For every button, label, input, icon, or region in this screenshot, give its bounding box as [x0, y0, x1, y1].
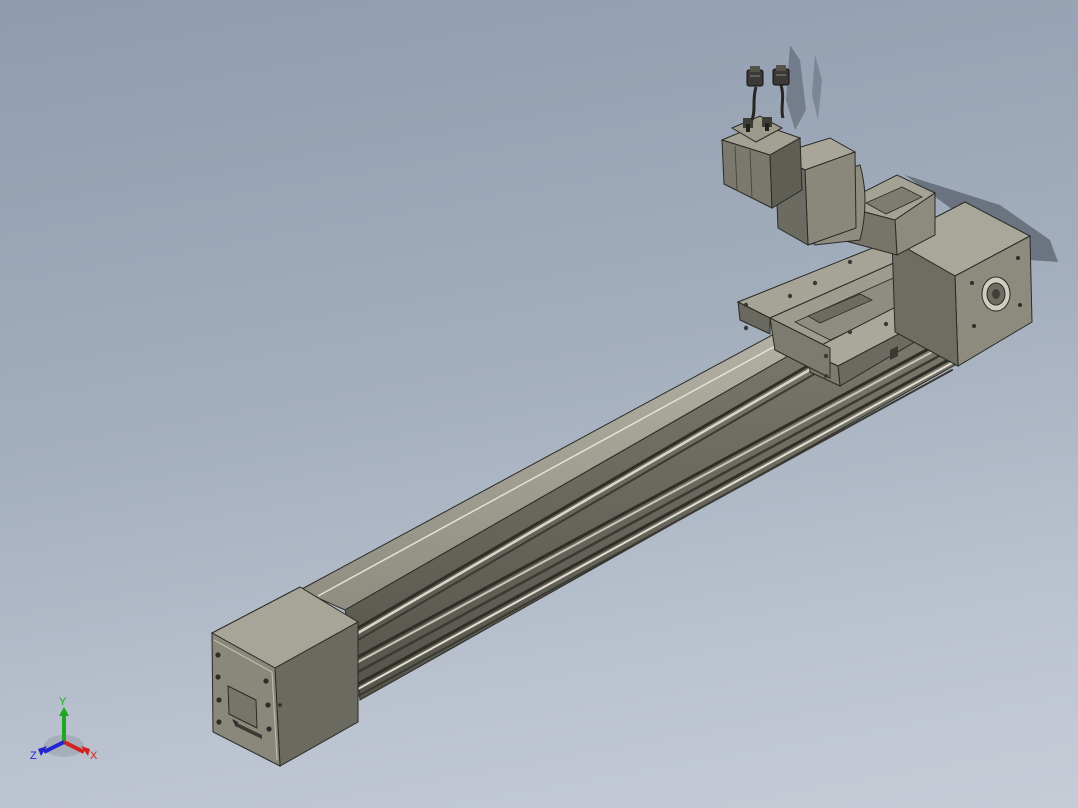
motor-cables: [746, 65, 790, 121]
graphics-viewport[interactable]: Y X Z: [0, 0, 1078, 808]
bearing-housing: [981, 276, 1011, 312]
linear-actuator-model[interactable]: [0, 0, 1078, 808]
front-end-cap[interactable]: [210, 586, 359, 767]
cable-connector-right: [772, 65, 790, 86]
triad-x-label: X: [90, 750, 98, 762]
cable-connector-left: [746, 66, 764, 87]
triad-y-label: Y: [59, 696, 67, 708]
rail-body[interactable]: [298, 319, 956, 701]
servo-motor[interactable]: [720, 115, 803, 209]
triad-y-arrow-icon: [59, 707, 69, 716]
triad-z-label: Z: [30, 750, 37, 762]
